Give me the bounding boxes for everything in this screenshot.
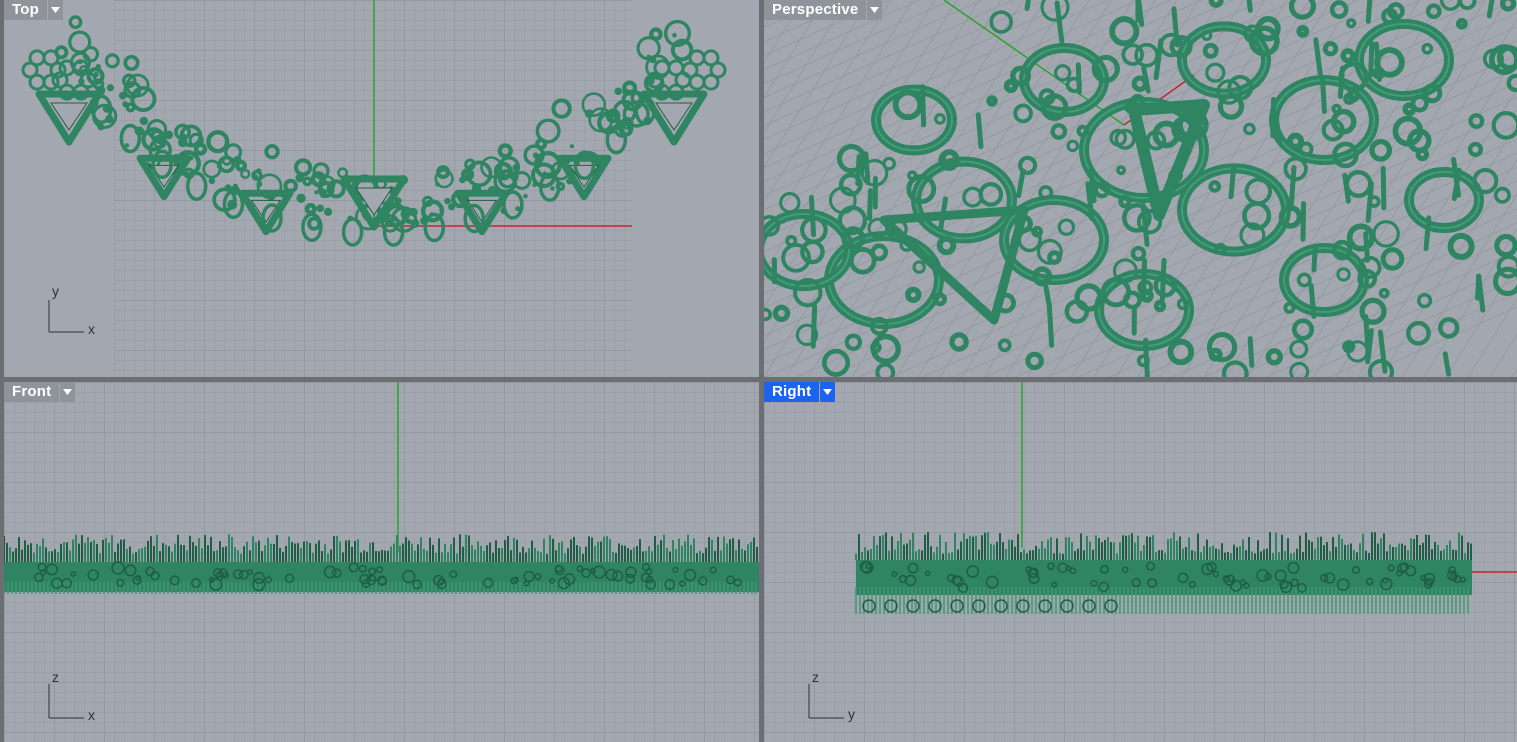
viewport-tab-perspective[interactable]: Perspective <box>764 0 883 20</box>
chevron-down-icon[interactable] <box>47 0 63 20</box>
chevron-down-icon[interactable] <box>867 0 883 20</box>
viewport-tab-top[interactable]: Top <box>4 0 63 20</box>
chevron-down-icon[interactable] <box>60 382 76 402</box>
viewport-tab-right[interactable]: Right <box>764 382 836 402</box>
axis-label-v: z <box>812 669 819 685</box>
axis-label-v: y <box>52 283 59 299</box>
axis-label-h: x <box>88 321 95 337</box>
viewport-title[interactable]: Perspective <box>764 0 867 20</box>
viewport-title[interactable]: Top <box>4 0 47 20</box>
viewport-title[interactable]: Front <box>4 382 60 402</box>
viewport-top[interactable]: y x Top <box>4 0 759 377</box>
axis-label-v: z <box>52 669 59 685</box>
viewport-title[interactable]: Right <box>764 382 820 402</box>
viewport-right[interactable]: z y Right <box>764 382 1517 742</box>
viewport-tab-front[interactable]: Front <box>4 382 76 402</box>
chevron-down-icon[interactable] <box>820 382 836 402</box>
viewport-front[interactable]: z x Front <box>4 382 759 742</box>
axis-label-h: y <box>848 706 855 722</box>
viewport-perspective[interactable]: Perspective <box>764 0 1517 377</box>
axis-label-h: x <box>88 707 95 723</box>
